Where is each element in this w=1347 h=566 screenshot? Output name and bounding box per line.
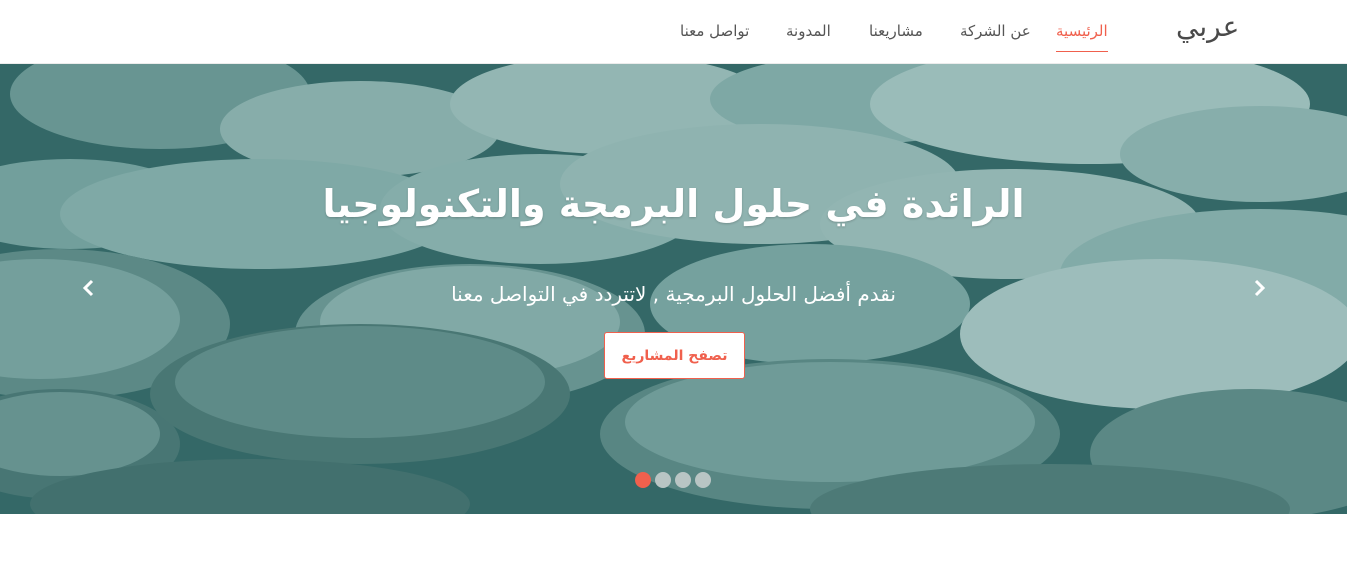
nav-item-projects[interactable]: مشاريعنا	[869, 22, 923, 52]
navbar: عربي الرئيسية عن الشركة مشاريعنا المدونة…	[0, 0, 1347, 64]
browse-projects-button[interactable]: تصفح المشاريع	[604, 332, 745, 379]
slider-next-button[interactable]	[1250, 276, 1270, 300]
nav-item-contact[interactable]: تواصل معنا	[680, 22, 749, 52]
slider-dot-3[interactable]	[675, 472, 691, 488]
nav-item-blog[interactable]: المدونة	[786, 22, 831, 52]
nav-item-home[interactable]: الرئيسية	[1056, 22, 1108, 52]
hero-title: الرائدة في حلول البرمجة والتكنولوجيا	[322, 182, 1025, 226]
chevron-right-icon	[1254, 279, 1266, 297]
slider-indicators	[635, 472, 715, 488]
slider-dot-1[interactable]	[635, 472, 651, 488]
chevron-left-icon	[82, 279, 94, 297]
slider-prev-button[interactable]	[78, 276, 98, 300]
brand-logo[interactable]: عربي	[1176, 10, 1239, 43]
hero-subtitle: نقدم أفضل الحلول البرمجية , لاتتردد في ا…	[451, 282, 896, 306]
nav-item-about[interactable]: عن الشركة	[960, 22, 1031, 52]
slider-dot-4[interactable]	[695, 472, 711, 488]
slider-dot-2[interactable]	[655, 472, 671, 488]
hero-slider: الرائدة في حلول البرمجة والتكنولوجيا نقد…	[0, 64, 1347, 514]
